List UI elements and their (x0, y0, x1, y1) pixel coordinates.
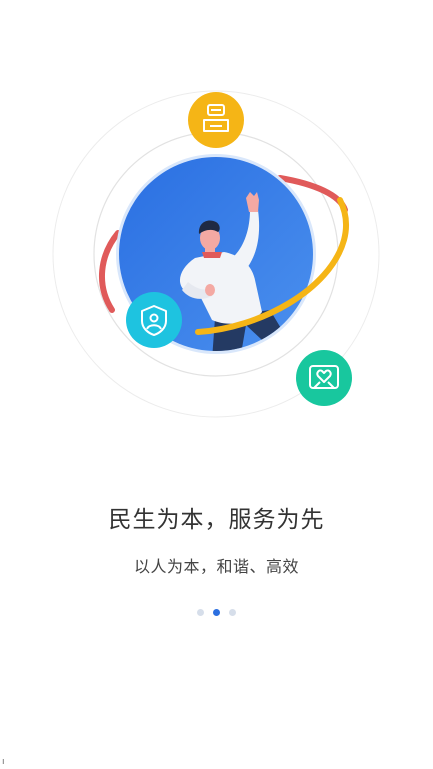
onboarding-title: 民生为本，服务为先 (108, 507, 325, 533)
service-badge-top (188, 92, 244, 148)
care-badge-right (296, 350, 352, 406)
onboarding-subtitle: 以人为本，和谐、高效 (133, 557, 299, 576)
red-orbit-arc-left (99, 230, 121, 313)
page-dot-2-active[interactable] (213, 609, 220, 616)
onboarding-illustration (52, 90, 380, 418)
security-badge-left (126, 292, 182, 348)
page-dot-1[interactable] (197, 609, 204, 616)
corner-mark: ı (2, 757, 5, 767)
page-indicator (0, 609, 433, 616)
page-dot-3[interactable] (229, 609, 236, 616)
